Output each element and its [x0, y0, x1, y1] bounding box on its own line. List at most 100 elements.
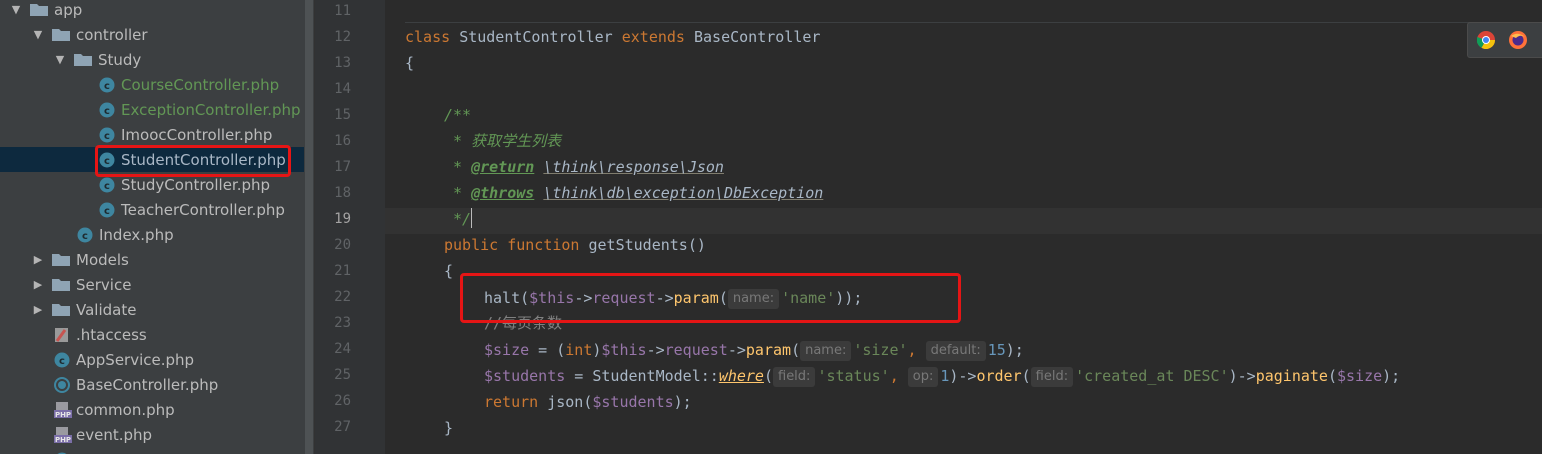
parameter-hint: field:	[1030, 367, 1074, 387]
doc-comment: */	[444, 210, 472, 228]
php-class-icon: c	[77, 227, 93, 243]
svg-text:PHP: PHP	[55, 411, 71, 418]
chevron-down-icon[interactable]: ▼	[32, 28, 44, 41]
line-number: 15	[334, 107, 351, 123]
line-number: 12	[334, 29, 351, 45]
line-number: 16	[334, 133, 351, 149]
tree-item-label: StudyController.php	[121, 175, 271, 194]
paren: );	[1005, 341, 1024, 359]
text-caret	[471, 208, 473, 228]
property: request	[664, 341, 728, 359]
parameter-hint: name:	[800, 341, 852, 361]
chevron-right-icon[interactable]: ▶	[32, 278, 44, 291]
parent-class-name: BaseController	[694, 28, 821, 46]
keyword: int	[565, 341, 593, 359]
operator: )->	[949, 367, 977, 385]
function-name: getStudents	[588, 236, 688, 254]
tree-item-index[interactable]: c Index.php	[0, 222, 304, 247]
tree-item-app[interactable]: ▼ app	[0, 0, 304, 22]
doc-tag: @throws	[471, 184, 535, 202]
tree-item-event[interactable]: PHP event.php	[0, 422, 304, 447]
tree-item-label: .htaccess	[76, 325, 147, 344]
tree-item-course-controller[interactable]: c CourseController.php	[0, 72, 304, 97]
tree-item-label: AppService.php	[76, 350, 195, 369]
tree-item-base-controller[interactable]: BaseController.php	[0, 372, 304, 397]
static-call: = StudentModel::	[565, 367, 719, 385]
line-number: 13	[334, 55, 351, 71]
svg-text:c: c	[82, 231, 88, 242]
operator: ->	[646, 341, 665, 359]
tree-item-teacher-controller[interactable]: c TeacherController.php	[0, 197, 304, 222]
editor-gutter: 11 12 13 14 15 16 17 18 19 20 21 22 23 2…	[315, 0, 394, 454]
code-line-18: * @throws \think\db\exception\DbExceptio…	[444, 180, 823, 206]
tree-item-study[interactable]: ▼ Study	[0, 47, 304, 72]
chevron-down-icon[interactable]: ▼	[10, 3, 22, 16]
tree-item-imooc-controller[interactable]: c ImoocController.php	[0, 122, 304, 147]
code-editor[interactable]: class StudentController extends BaseCont…	[385, 0, 1542, 454]
tree-item-label: controller	[76, 25, 148, 44]
function-call: json(	[538, 393, 593, 411]
string-literal: 'size'	[853, 341, 908, 359]
tree-item-label: TeacherController.php	[121, 200, 285, 219]
php-abstract-class-icon	[54, 376, 70, 393]
php-file-icon: PHP	[54, 426, 72, 443]
svg-text:c: c	[104, 81, 110, 92]
open-in-browser-popup	[1467, 22, 1542, 58]
doc-type-reference[interactable]: \think\db\exception\DbException	[543, 184, 823, 202]
code-line-19: */	[444, 206, 473, 232]
tree-item-label: Study	[98, 50, 142, 69]
php-class-icon: c	[99, 127, 115, 143]
current-line-highlight	[385, 208, 1542, 234]
tree-item-label: app	[54, 0, 83, 19]
folder-icon	[52, 253, 70, 266]
chevron-right-icon[interactable]: ▶	[32, 303, 44, 316]
code-line-13: {	[405, 50, 414, 76]
svg-text:c: c	[104, 181, 110, 192]
doc-type-reference[interactable]: \think\response\Json	[543, 158, 724, 176]
tree-item-controller[interactable]: ▼ controller	[0, 22, 304, 47]
tree-item-exception-controller[interactable]: c ExceptionController.php	[0, 97, 304, 122]
operator: = (	[529, 341, 566, 359]
tree-item-label: Models	[76, 250, 129, 269]
paren: );	[1382, 367, 1401, 385]
paren: (	[1021, 367, 1031, 385]
tree-item-app-service[interactable]: c AppService.php	[0, 347, 304, 372]
scrollbar-thumb[interactable]	[305, 0, 313, 454]
method-call: order	[976, 367, 1022, 385]
variable: $size	[1337, 367, 1383, 385]
tree-item-label: BaseController.php	[76, 375, 219, 394]
paren: (	[1327, 367, 1337, 385]
string-literal: 'status'	[817, 367, 890, 385]
tree-scrollbar[interactable]	[304, 0, 314, 454]
variable: $size	[484, 341, 530, 359]
tree-item-service[interactable]: ▶ Service	[0, 272, 304, 297]
code-line-24: $size = (int)$this->request->param(name:…	[484, 337, 1024, 363]
chevron-right-icon[interactable]: ▶	[32, 253, 44, 266]
tree-item-label: CourseController.php	[121, 75, 280, 94]
tree-item-models[interactable]: ▶ Models	[0, 247, 304, 272]
svg-text:c: c	[59, 356, 65, 367]
tree-item-common[interactable]: PHP common.php	[0, 397, 304, 422]
tree-item-label: ImoocController.php	[121, 125, 273, 144]
tree-item-htaccess[interactable]: .htaccess	[0, 322, 304, 347]
line-number: 17	[334, 159, 351, 175]
number-literal: 15	[987, 341, 1006, 359]
tree-item-label: ExceptionController.php	[121, 100, 301, 119]
php-class-icon: c	[99, 77, 115, 93]
tree-item-partial	[0, 447, 304, 454]
string-literal: 'created_at DESC'	[1075, 367, 1229, 385]
paren: (	[791, 341, 801, 359]
tree-item-validate[interactable]: ▶ Validate	[0, 297, 304, 322]
line-number: 25	[334, 367, 351, 383]
htaccess-file-icon	[54, 327, 70, 343]
line-number: 18	[334, 185, 351, 201]
code-line-12: class StudentController extends BaseCont…	[405, 24, 820, 50]
comma: ,	[889, 367, 908, 385]
folder-icon	[52, 303, 70, 316]
firefox-icon[interactable]	[1509, 31, 1527, 49]
tree-item-label: Service	[76, 275, 132, 294]
code-line-27: }	[444, 415, 453, 441]
svg-text:c: c	[104, 106, 110, 117]
chrome-icon[interactable]	[1476, 31, 1495, 50]
chevron-down-icon[interactable]: ▼	[54, 53, 66, 66]
